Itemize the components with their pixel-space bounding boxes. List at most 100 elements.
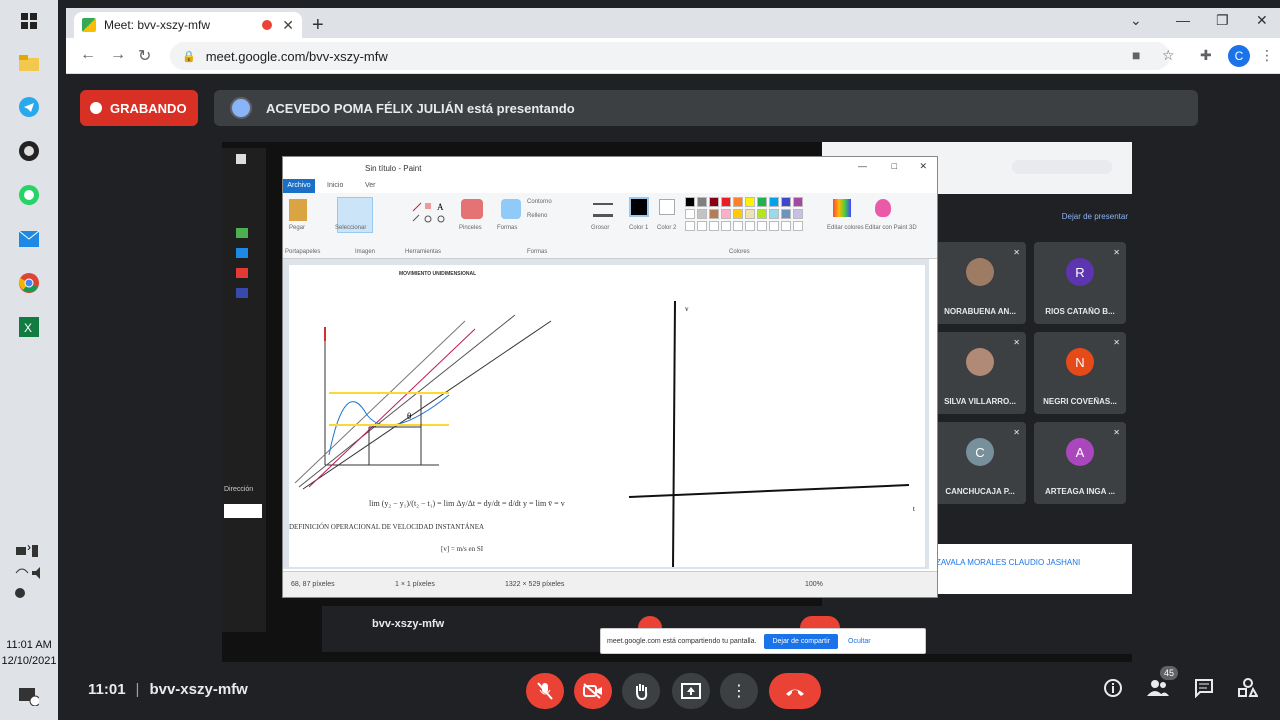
- participant-avatar: R: [1066, 258, 1094, 286]
- minimize-icon[interactable]: —: [1176, 12, 1190, 28]
- chat-button[interactable]: [1190, 678, 1218, 703]
- raise-hand-button[interactable]: [622, 673, 660, 709]
- participant-tile: N ✕ NEGRI COVEÑAS...: [1034, 332, 1126, 414]
- notifications-icon[interactable]: [14, 682, 44, 712]
- edit-colors-label: Editar colores: [827, 225, 864, 231]
- present-button[interactable]: [672, 673, 710, 709]
- palette-swatch: [757, 197, 767, 207]
- profile-avatar[interactable]: C: [1228, 45, 1250, 67]
- chrome-icon[interactable]: [14, 268, 44, 298]
- participant-tile: ✕ SILVA VILLARRO...: [934, 332, 1026, 414]
- toolbar: ← → ↻ 🔒 meet.google.com/bvv-xszy-mfw ■ ☆…: [66, 38, 1280, 74]
- paste-label: Pegar: [289, 225, 306, 231]
- lock-icon[interactable]: 🔒: [182, 50, 196, 63]
- participant-tile: A ✕ ARTEAGA INGA ...: [1034, 422, 1126, 504]
- hangup-icon: [786, 689, 804, 696]
- palette-swatch-empty: [745, 221, 755, 231]
- palette-swatch-empty: [721, 221, 731, 231]
- extensions-icon[interactable]: ✚: [1200, 47, 1212, 64]
- whatsapp-icon[interactable]: [14, 180, 44, 210]
- palette-swatch: [793, 197, 803, 207]
- activities-button[interactable]: [1234, 678, 1262, 703]
- palette-swatch: [733, 209, 743, 219]
- status-size: 1322 × 529 píxeles: [505, 581, 565, 588]
- fill-label: Relleno: [527, 213, 548, 219]
- meeting-code: bvv-xszy-mfw: [149, 681, 248, 698]
- participant-name: NORABUENA AN...: [944, 307, 1016, 316]
- muted-mic-icon: ✕: [1013, 248, 1020, 257]
- windows-start-icon[interactable]: [14, 6, 44, 36]
- participant-avatar: C: [966, 438, 994, 466]
- back-icon[interactable]: ←: [80, 46, 96, 64]
- palette-swatch: [721, 197, 731, 207]
- paint-title: Sin título - Paint: [365, 163, 422, 173]
- meeting-time: 11:01: [88, 681, 126, 698]
- tab-meet[interactable]: Meet: bvv-xszy-mfw ✕: [74, 12, 302, 38]
- url-text: meet.google.com/bvv-xszy-mfw: [205, 48, 388, 64]
- palette-swatch: [793, 209, 803, 219]
- mic-off-icon: [537, 682, 553, 700]
- outline-label: Contorno: [527, 199, 552, 205]
- people-button[interactable]: [1144, 678, 1172, 703]
- group-image: Imagen: [355, 249, 376, 255]
- recording-label: GRABANDO: [110, 100, 187, 116]
- more-options-button[interactable]: ⋮: [720, 673, 758, 709]
- remote-search-field: [224, 504, 262, 518]
- restore-icon[interactable]: ❐: [1216, 12, 1229, 29]
- group-shapes: Formas: [527, 249, 548, 255]
- share-notice: meet.google.com está compartiendo tu pan…: [600, 628, 926, 654]
- share-notice-text: meet.google.com está compartiendo tu pan…: [607, 637, 757, 645]
- palette-swatch: [685, 209, 695, 219]
- system-tray-icons[interactable]: [14, 545, 44, 598]
- tab-title: Meet: bvv-xszy-mfw: [104, 18, 211, 32]
- taskbar-time[interactable]: 11:01 AM: [0, 638, 58, 652]
- more-vert-icon: ⋮: [731, 683, 747, 700]
- formula-units: [v] = m/s en SI: [441, 545, 484, 553]
- menu-kebab-icon[interactable]: ⋮: [1260, 47, 1274, 64]
- palette-swatch-empty: [781, 221, 791, 231]
- bookmark-star-icon[interactable]: ☆: [1162, 47, 1175, 64]
- participant-count-badge: 45: [1160, 666, 1178, 680]
- tools-icons: A: [411, 201, 451, 223]
- palette-swatch: [709, 197, 719, 207]
- palette-swatch-empty: [685, 221, 695, 231]
- participant-name: NEGRI COVEÑAS...: [1043, 397, 1117, 406]
- status-zoom: 100%: [805, 581, 823, 588]
- taskbar-date[interactable]: 12/10/2021: [0, 654, 58, 668]
- participant-tile: C ✕ CANCHUCAJA P...: [934, 422, 1026, 504]
- brushes-label: Pinceles: [459, 225, 482, 231]
- close-tab-icon[interactable]: ✕: [282, 17, 294, 34]
- meeting-details-button[interactable]: [1099, 678, 1127, 703]
- palette-swatch-empty: [709, 221, 719, 231]
- paint3d-icon: [875, 199, 891, 217]
- palette-swatch: [685, 197, 695, 207]
- mic-toggle-button[interactable]: [526, 673, 564, 709]
- palette-swatch: [721, 209, 731, 219]
- brushes-icon: [461, 199, 483, 219]
- camera-indicator-icon[interactable]: ■: [1132, 47, 1140, 63]
- paint-tab-home: Inicio: [327, 182, 344, 189]
- group-clipboard: Portapapeles: [285, 249, 321, 255]
- svg-text:A: A: [437, 202, 444, 212]
- camera-toggle-button[interactable]: [574, 673, 612, 709]
- remote-app-icon: [236, 248, 248, 258]
- present-screen-icon: [681, 683, 701, 699]
- excel-icon[interactable]: X: [14, 312, 44, 342]
- palette-swatch-empty: [769, 221, 779, 231]
- reload-icon[interactable]: ↻: [138, 46, 151, 66]
- forward-icon[interactable]: →: [110, 46, 126, 64]
- new-tab-icon[interactable]: +: [312, 14, 324, 37]
- address-bar[interactable]: 🔒 meet.google.com/bvv-xszy-mfw: [170, 42, 1170, 70]
- status-selection: 1 × 1 píxeles: [395, 581, 435, 588]
- tab-search-icon[interactable]: ⌄: [1130, 12, 1142, 29]
- telegram-icon[interactable]: [14, 92, 44, 122]
- palette-swatch: [697, 209, 707, 219]
- obs-icon[interactable]: [14, 136, 44, 166]
- record-dot-icon: [90, 102, 102, 114]
- mail-icon[interactable]: [14, 224, 44, 254]
- file-explorer-icon[interactable]: [14, 48, 44, 78]
- close-window-icon[interactable]: ✕: [1256, 12, 1268, 29]
- leave-call-button[interactable]: [769, 673, 821, 709]
- remote-meeting-code: bvv-xszy-mfw: [372, 618, 445, 630]
- svg-text:t: t: [913, 505, 915, 513]
